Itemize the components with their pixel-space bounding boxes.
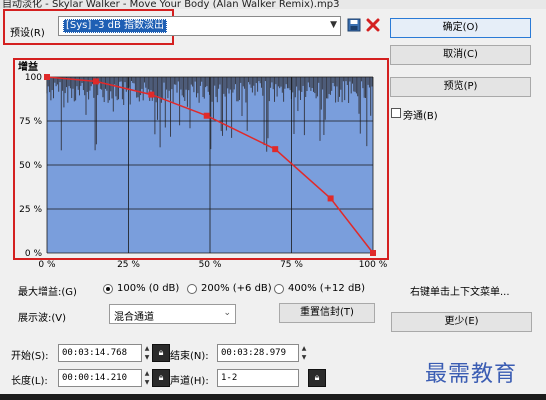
reset-envelope-button[interactable]: 重置信封(T) [279, 303, 375, 323]
context-menu-hint: 右键单击上下文菜单... [410, 287, 510, 298]
gain-radio-400[interactable] [274, 284, 284, 294]
x-tick-label: 50 % [199, 260, 222, 270]
start-time-field[interactable]: 00:03:14.768 [58, 344, 142, 362]
envelope-point[interactable] [92, 78, 99, 85]
spin-up-icon: ▲ [301, 345, 307, 352]
spin-down-icon: ▼ [301, 354, 307, 361]
x-tick-label: 25 % [117, 260, 140, 270]
display-label: 展示波:(V) [18, 313, 67, 324]
gain-envelope-chart[interactable]: 100 75 % 50 % 25 % 0 % 0 % 25 % 50 % 75 % 100 % [0, 0, 546, 280]
length-spinner[interactable]: ▲ ▼ [143, 369, 151, 387]
envelope-point[interactable] [272, 146, 279, 153]
x-tick-label: 0 % [38, 260, 56, 270]
channel-field[interactable]: 1-2 [217, 369, 299, 387]
lock-icon[interactable]: 🔒︎ [152, 369, 170, 387]
spin-up-icon: ▲ [144, 345, 150, 352]
length-label: 长度(L): [11, 376, 48, 387]
gain-option-200: 200% (+6 dB) [201, 283, 272, 294]
chevron-down-icon: ⌄ [223, 308, 231, 318]
gain-option-100: 100% (0 dB) [117, 283, 180, 294]
envelope-point[interactable] [44, 74, 50, 80]
less-button[interactable]: 更少(E) [391, 312, 532, 332]
gain-option-400: 400% (+12 dB) [288, 283, 366, 294]
y-tick-label: 100 [25, 73, 42, 83]
envelope-point[interactable] [327, 195, 334, 202]
lock-icon[interactable]: 🔒︎ [308, 369, 326, 387]
envelope-point[interactable] [148, 91, 155, 98]
bottom-status-strip [0, 394, 546, 400]
start-spinner[interactable]: ▲ ▼ [143, 344, 151, 362]
length-time-field[interactable]: 00:00:14.210 [58, 369, 142, 387]
x-tick-label: 100 % [359, 260, 388, 270]
y-tick-label: 25 % [19, 205, 42, 215]
watermark-logo: 最需教育 [425, 362, 518, 387]
envelope-point[interactable] [203, 112, 210, 119]
display-channel-dropdown[interactable]: 混合通道 ⌄ [109, 304, 236, 324]
start-label: 开始(S): [11, 351, 49, 362]
spin-down-icon: ▼ [144, 379, 150, 386]
end-label: 结束(N): [170, 351, 209, 362]
y-tick-label: 0 % [25, 249, 43, 259]
envelope-point[interactable] [370, 250, 376, 256]
lock-icon[interactable]: 🔒︎ [152, 344, 170, 362]
y-tick-label: 75 % [19, 117, 42, 127]
spin-down-icon: ▼ [144, 354, 150, 361]
y-tick-label: 50 % [19, 161, 42, 171]
channel-label: 声道(H): [170, 376, 209, 387]
end-time-field[interactable]: 00:03:28.979 [217, 344, 299, 362]
spin-up-icon: ▲ [144, 370, 150, 377]
x-tick-label: 75 % [280, 260, 303, 270]
max-gain-label: 最大增益:(G) [18, 287, 77, 298]
display-value: 混合通道 [114, 312, 154, 323]
gain-radio-100[interactable] [103, 284, 113, 294]
gain-radio-200[interactable] [187, 284, 197, 294]
end-spinner[interactable]: ▲ ▼ [300, 344, 308, 362]
